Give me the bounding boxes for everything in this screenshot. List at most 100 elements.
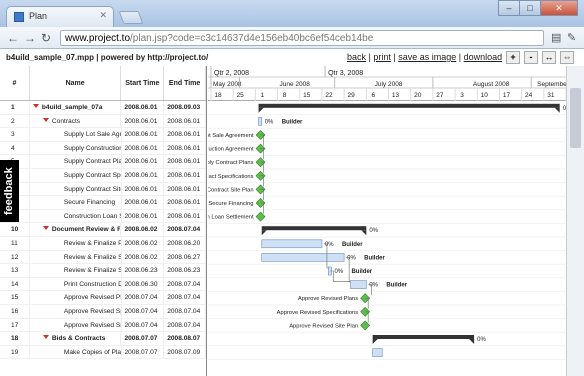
month-label: August 2008 <box>473 81 510 88</box>
table-row[interactable]: 11 Review & Finalize Plans2008.06.022008.… <box>0 236 206 251</box>
summary-bar-start-cap <box>372 339 378 344</box>
milestone-label: Approve Revised Plans <box>298 296 358 302</box>
new-tab-button[interactable] <box>118 11 144 24</box>
summary-percent-label: 0% <box>477 337 486 343</box>
zoom-out-button[interactable]: - <box>524 51 538 64</box>
table-row[interactable]: 17Approve Revised Site Plan2008.07.04200… <box>0 318 206 333</box>
wrench-icon[interactable]: ✎ <box>567 31 576 44</box>
table-row[interactable]: 13Review & Finalize Site Plan2008.06.232… <box>0 264 206 278</box>
tab-close-icon[interactable]: ✕ <box>99 10 107 21</box>
page-menu-icon[interactable]: ▤ <box>551 31 561 44</box>
browser-tab[interactable]: Plan ✕ <box>6 6 114 27</box>
expand-button[interactable]: ⇔ <box>560 51 574 64</box>
task-end: 2008.06.20 <box>164 236 206 250</box>
fit-width-button[interactable]: ↔ <box>542 51 556 64</box>
resource-label: Builder <box>342 242 363 248</box>
milestone-label: Approve Revised Site Plan <box>289 323 358 329</box>
scrollbar-thumb[interactable] <box>570 88 581 148</box>
table-row[interactable]: 14 Print Construction Documents2008.06.30… <box>0 277 206 292</box>
month-label: September 2 <box>537 81 566 88</box>
table-row[interactable]: 5Supply Contract Plans2008.06.012008.06.… <box>0 155 206 169</box>
task-number: 14 <box>0 277 30 291</box>
task-end: 2008.08.07 <box>164 332 206 345</box>
task-number: 17 <box>0 318 30 332</box>
grid-body: 1 b4uild_sample_07a 2008.06.01 2008.09.03 2 C… <box>0 101 206 360</box>
quarter-label: Qtr 2, 2008 <box>214 70 249 77</box>
collapse-triangle-icon[interactable] <box>42 335 49 340</box>
task-number: 4 <box>0 141 30 155</box>
task-name: Approve Revised Specifications <box>30 304 122 318</box>
task-start: 2008.06.01 <box>122 182 165 196</box>
task-name-text: Approve Revised Specifications <box>63 307 121 315</box>
col-header-start[interactable]: Start Time <box>121 66 165 100</box>
table-row[interactable]: 1 b4uild_sample_07a 2008.06.01 2008.09.03 <box>0 101 206 115</box>
summary-bar-start-cap <box>258 107 264 113</box>
week-tick-label: 10 <box>481 92 489 99</box>
col-header-name[interactable]: Name <box>30 66 122 100</box>
task-name-text: Supply Contract Site Plan <box>63 185 121 193</box>
task-start: 2008.06.23 <box>122 264 165 277</box>
reload-icon[interactable]: ↻ <box>41 31 51 45</box>
week-tick-label: 31 <box>547 92 555 99</box>
task-name-text: Review & Finalize Site Plan <box>63 267 121 275</box>
window-controls: – □ ✕ <box>498 0 578 16</box>
collapse-triangle-icon[interactable] <box>42 117 49 122</box>
table-row[interactable]: 2 Contracts 2008.06.01 2008.06.01 <box>0 114 206 129</box>
table-row[interactable]: 8Secure Financing2008.06.012008.06.01 <box>0 196 206 210</box>
task-end: 2008.06.01 <box>164 128 206 141</box>
table-row[interactable]: 19 Make Copies of Plans & Specs2008.07.07… <box>0 345 206 360</box>
task-end: 2008.07.04 <box>164 291 206 304</box>
table-row[interactable]: 18 Bids & Contracts 2008.07.07 2008.08.07 <box>0 332 206 346</box>
save-as-image-link[interactable]: save as image <box>398 52 456 62</box>
collapse-triangle-icon[interactable] <box>32 104 39 108</box>
vertical-scrollbar[interactable] <box>566 66 584 376</box>
task-end: 2008.06.01 <box>164 155 206 168</box>
col-header-number[interactable]: # <box>0 66 30 100</box>
table-row[interactable]: 15Approve Revised Plans2008.07.042008.07… <box>0 291 206 305</box>
task-percent-label: 0% <box>369 283 378 289</box>
maximize-button[interactable]: □ <box>519 0 541 16</box>
task-percent-label: 0% <box>334 269 343 275</box>
task-name-text: Review & Finalize Plans <box>63 239 121 247</box>
task-bar <box>261 253 345 262</box>
download-link[interactable]: download <box>464 52 503 62</box>
task-number: 10 <box>0 223 30 236</box>
task-end: 2008.06.23 <box>164 264 206 277</box>
print-link[interactable]: print <box>373 52 391 62</box>
task-name-text: Construction Loan Settlement <box>63 212 121 220</box>
month-label: June 2008 <box>280 81 311 88</box>
task-name: Bids & Contracts <box>30 332 122 345</box>
table-row[interactable]: 7Supply Contract Site Plan2008.06.012008… <box>0 182 206 197</box>
task-number: 15 <box>0 291 30 304</box>
zoom-in-button[interactable]: + <box>506 51 520 64</box>
back-arrow-icon[interactable]: ← <box>7 31 19 45</box>
table-row[interactable]: 16Approve Revised Specifications2008.07.… <box>0 304 206 319</box>
url-path: /plan.jsp?code=c3c14637d4e156eb40bc6ef54… <box>130 33 374 44</box>
milestone-label: Supply Contract Site Plan <box>208 187 254 193</box>
task-bar <box>350 280 367 289</box>
task-start: 2008.06.01 <box>121 114 165 128</box>
table-row[interactable]: 4Supply Construction Agreement2008.06.01… <box>0 141 206 156</box>
resource-label: Builder <box>282 119 303 125</box>
table-row[interactable]: 9Construction Loan Settlement2008.06.012… <box>0 209 206 224</box>
col-header-end[interactable]: End Time <box>164 66 206 100</box>
task-name: Secure Financing <box>30 196 122 209</box>
forward-arrow-icon[interactable]: → <box>24 31 36 45</box>
back-link[interactable]: back <box>347 52 366 62</box>
collapse-triangle-icon[interactable] <box>42 226 49 231</box>
milestone-label: Supply Construction Agreement <box>208 147 254 153</box>
grid-header: # Name Start Time End Time <box>0 66 206 101</box>
table-row[interactable]: 3Supply Lot Sale Agreement2008.06.012008… <box>0 128 206 142</box>
feedback-tab[interactable]: feedback <box>0 160 19 222</box>
task-start: 2008.06.01 <box>121 101 165 114</box>
week-tick-label: 29 <box>348 92 356 99</box>
close-window-button[interactable]: ✕ <box>540 0 578 16</box>
table-row[interactable]: 12Review & Finalize Specifications2008.0… <box>0 250 206 265</box>
table-row[interactable]: 10 Document Review & Revision2008.06.0220… <box>0 223 206 237</box>
table-row[interactable]: 6Supply Contract Specifications2008.06.0… <box>0 168 206 183</box>
minimize-button[interactable]: – <box>498 0 520 16</box>
task-name: Supply Lot Sale Agreement <box>30 128 122 141</box>
address-bar[interactable]: www.project.to/plan.jsp?code=c3c14637d4e… <box>60 30 544 46</box>
task-end: 2008.07.04 <box>164 318 206 332</box>
summary-bar <box>261 226 367 231</box>
